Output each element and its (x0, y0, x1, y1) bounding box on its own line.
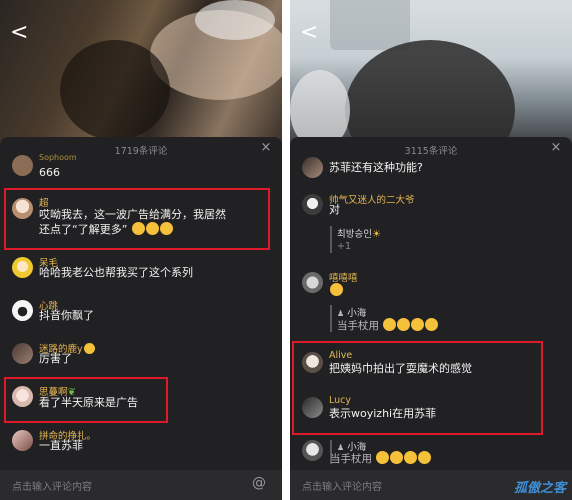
close-icon[interactable]: × (548, 140, 564, 156)
comment-text: 666 (39, 166, 60, 179)
avatar (302, 194, 323, 215)
left-screenshot: < 1719条评论 × Sophoom 666 超 哎呦我去，这一波广告给满分，… (0, 0, 282, 500)
avatar (12, 257, 33, 278)
reply-author: 최방승인 (337, 229, 372, 240)
comment-text: 一直苏菲 (39, 439, 83, 452)
comment-text: 对 (329, 203, 340, 216)
watermark-logo: 孤傲之客 (513, 481, 566, 496)
highlight-box (4, 377, 168, 423)
comment-text: 哈哈我老公也帮我买了这个系列 (39, 266, 193, 279)
avatar (12, 430, 33, 451)
comment-author: Sophoom (39, 153, 77, 162)
comment-input-bar[interactable]: 点击输入评论内容 @ (0, 470, 282, 500)
comment-item[interactable]: Sophoom 666 (0, 153, 282, 183)
comment-text: 抖音你飘了 (39, 309, 94, 322)
comment-item[interactable]: 心跳 抖音你飘了 (0, 298, 282, 328)
emoji-icon (404, 451, 418, 464)
emoji-icon (330, 283, 343, 296)
reply-author-row: 최방승인☀ (337, 226, 381, 240)
comment-item[interactable]: 呆毛 哈哈我老公也帮我买了这个系列 (0, 255, 282, 285)
emoji-icon (83, 343, 95, 354)
emoji-icon (376, 451, 390, 464)
comment-text-row (329, 282, 343, 299)
comment-input[interactable]: 点击输入评论内容 (12, 478, 92, 493)
comment-input[interactable]: 点击输入评论内容 (302, 478, 382, 493)
reply-divider (330, 305, 332, 332)
emoji-icon (383, 318, 397, 331)
emoji-icon (411, 318, 425, 331)
reply-author-row: ♟ 小海 (337, 305, 366, 319)
highlight-box (292, 341, 543, 435)
comment-item[interactable]: 苏菲还有这种功能? (290, 157, 572, 181)
avatar (302, 272, 323, 293)
avatar (12, 343, 33, 364)
video-background: < (290, 0, 572, 145)
comment-text: 苏菲还有这种功能? (329, 161, 423, 174)
emoji-icon (425, 318, 439, 331)
reply-text: 当手杖用 (330, 453, 372, 465)
reply-text-row: 当手杖用 (337, 318, 439, 333)
avatar (302, 440, 323, 461)
reply-count: +1 (337, 241, 352, 252)
back-chevron-icon[interactable]: < (10, 20, 28, 45)
comment-count: 3115条评论 (404, 146, 458, 157)
avatar (302, 157, 323, 178)
comment-text: 厉害了 (39, 352, 72, 365)
video-background: < (0, 0, 282, 145)
emoji-icon (397, 318, 411, 331)
highlight-box (4, 188, 270, 250)
reply-text-row: 当手杖用 (330, 451, 432, 466)
emoji-icon (418, 451, 432, 464)
avatar (12, 300, 33, 321)
reply-text: 当手杖用 (337, 320, 379, 332)
at-icon[interactable]: @ (252, 475, 266, 491)
avatar (12, 155, 33, 176)
comment-item[interactable]: 嘻嘻嘻 (290, 270, 572, 300)
comment-item[interactable]: 拼命的挣扎。 一直苏菲 (0, 428, 282, 458)
right-screenshot: < 3115条评论 × 苏菲还有这种功能? 帅气又迷人的二大爷 对 최방승인☀ … (290, 0, 572, 500)
emoji-icon (390, 451, 404, 464)
back-chevron-icon[interactable]: < (300, 20, 318, 45)
comment-author: 帅气又迷人的二大爷 (329, 195, 415, 206)
comment-item[interactable]: 迷路的鹿y 厉害了 (0, 341, 282, 371)
comment-item[interactable]: 帅气又迷人的二大爷 对 (290, 192, 572, 222)
sun-icon: ☀ (371, 229, 381, 240)
profile-icon: ♟ (337, 309, 345, 318)
reply-divider (330, 226, 332, 253)
